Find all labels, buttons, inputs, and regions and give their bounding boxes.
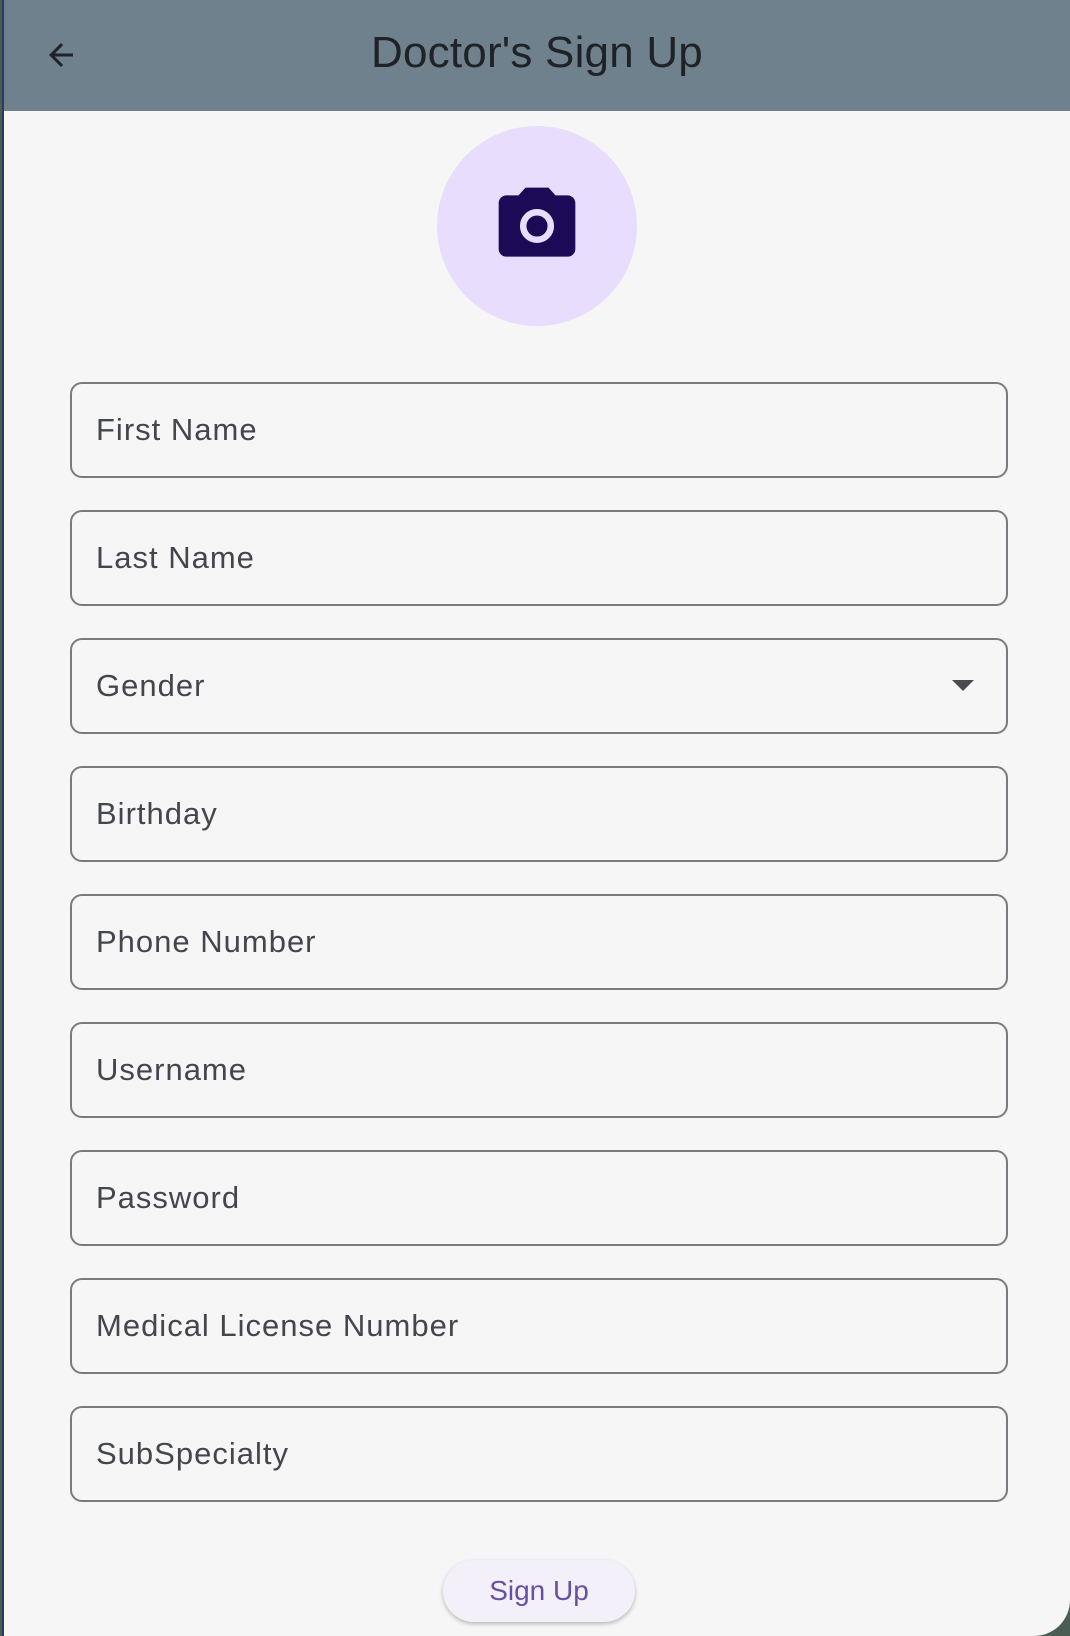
subspecialty-field[interactable] [72,1408,1006,1500]
first-name-field[interactable] [72,384,1006,476]
last-name-field-container [70,510,1008,606]
medical-license-number-field[interactable] [72,1280,1006,1372]
page-title: Doctor's Sign Up [371,28,703,77]
gender-dropdown-label: Gender [96,668,206,703]
birthday-field-container [70,766,1008,862]
medical-license-number-field-container [70,1278,1008,1374]
arrow-drop-down-icon [952,680,974,691]
birthday-field[interactable] [72,768,1006,860]
username-field[interactable] [72,1024,1006,1116]
camera-icon [498,187,576,257]
password-field-container [70,1150,1008,1246]
phone-number-field[interactable] [72,896,1006,988]
password-field[interactable] [72,1152,1006,1244]
profile-photo-picker[interactable] [437,126,637,326]
last-name-field[interactable] [72,512,1006,604]
app-window: Doctor's Sign Up Gender [2,0,1070,1636]
username-field-container [70,1022,1008,1118]
first-name-field-container [70,382,1008,478]
subspecialty-field-container [70,1406,1008,1502]
signup-form: Gender [70,382,1008,1534]
gender-dropdown[interactable]: Gender [70,638,1008,734]
phone-number-field-container [70,894,1008,990]
sign-up-button[interactable]: Sign Up [443,1560,635,1622]
app-bar: Doctor's Sign Up [4,0,1070,111]
